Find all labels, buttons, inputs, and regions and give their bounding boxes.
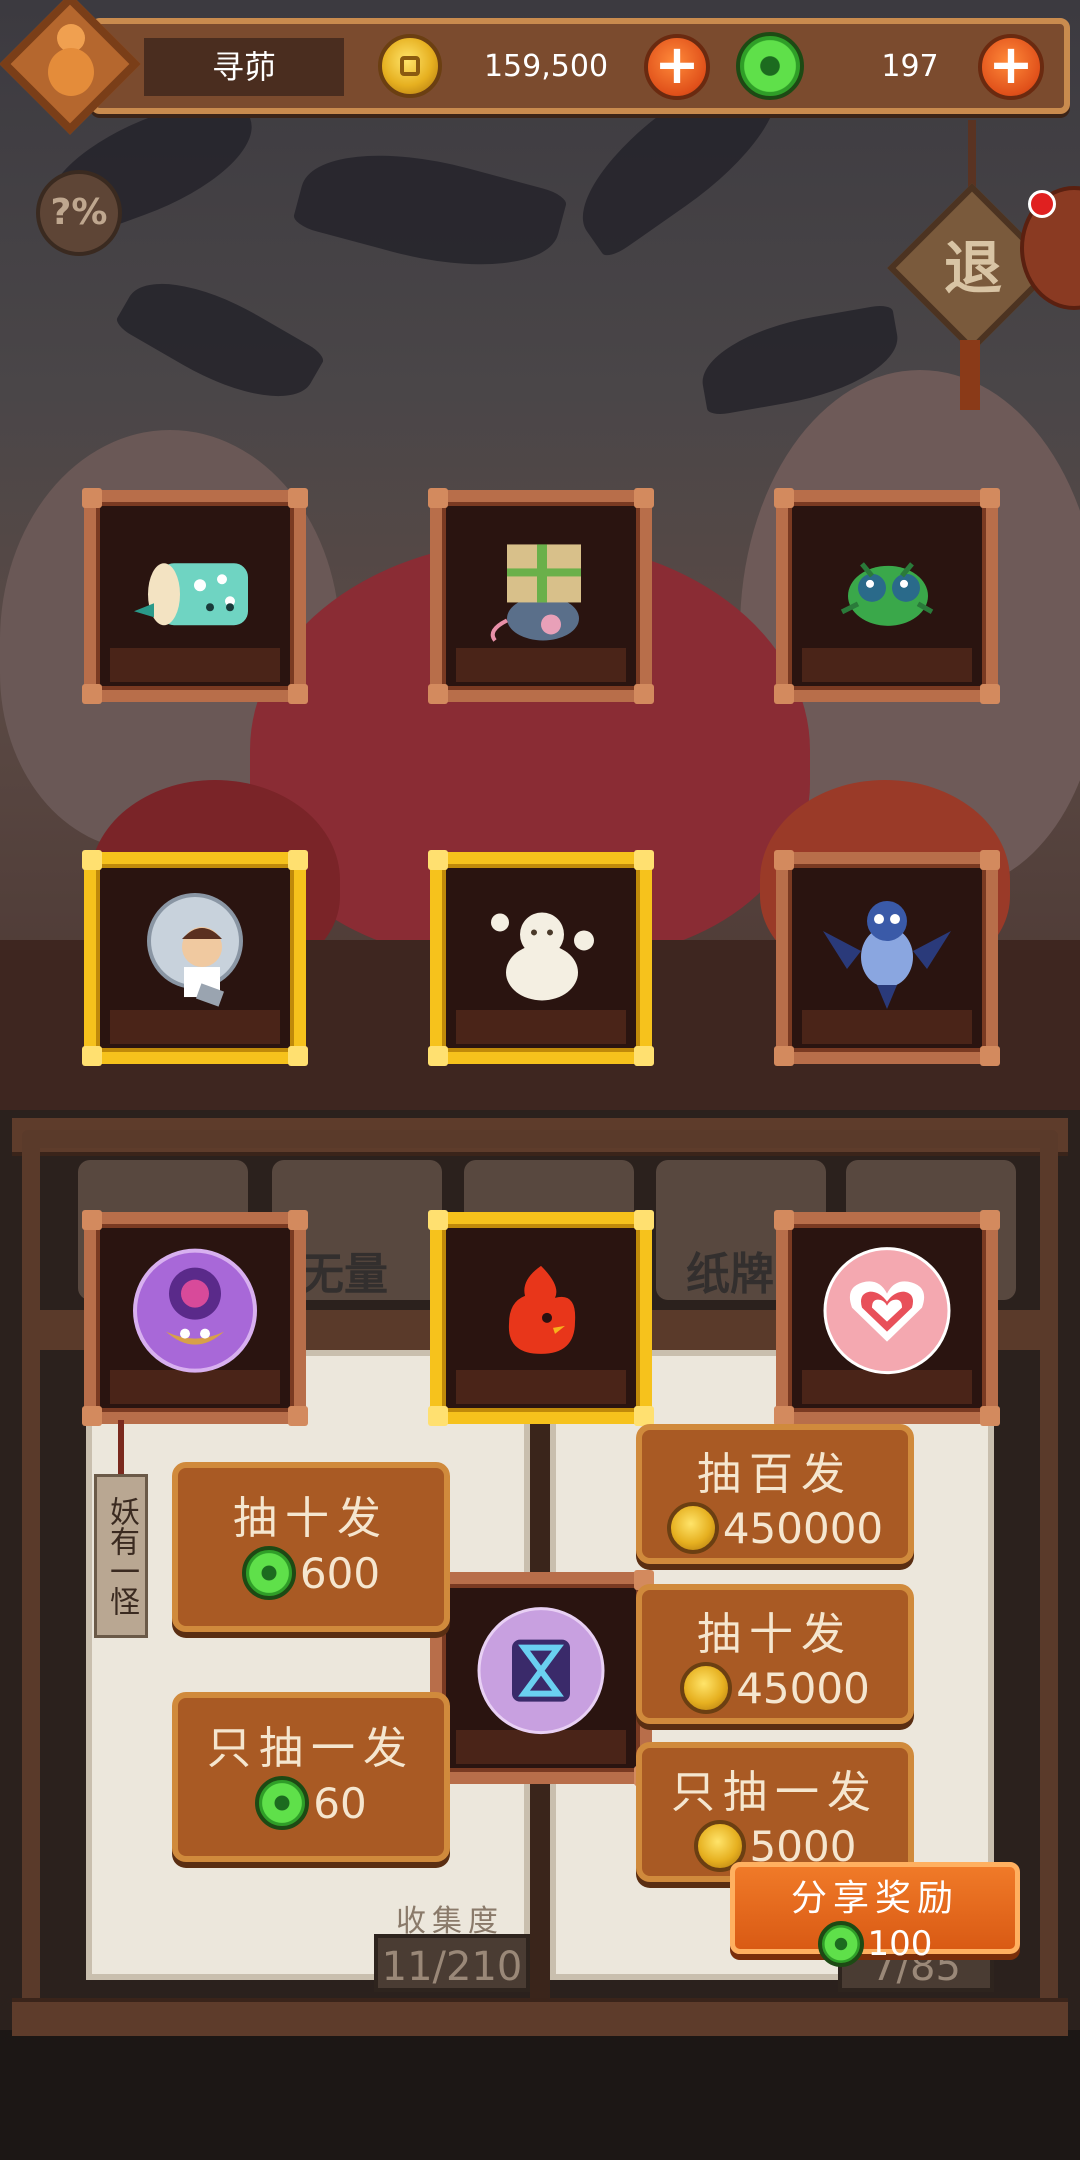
add-jade-button[interactable]: +: [978, 34, 1044, 100]
coin-hundred-draw-button[interactable]: 抽百发 450000: [636, 1424, 914, 1564]
ten-draw-cost: 600: [299, 1548, 381, 1598]
ten-draw-cost: 45000: [736, 1663, 870, 1713]
exit-label[interactable]: 退: [935, 234, 1011, 302]
collection-count-left: 11/210: [374, 1934, 530, 1992]
currency-bar: 寻茆 159,500 + 197 +: [90, 18, 1070, 114]
blue-bird-icon: [817, 891, 957, 1015]
coin-icon: [378, 34, 442, 98]
jade-icon: [817, 1921, 864, 1967]
card-pink-heart-orb[interactable]: [774, 1210, 1000, 1426]
card-steam-dumpling[interactable]: [428, 850, 654, 1066]
hundred-draw-label: 抽百发: [697, 1449, 853, 1500]
card-hourglass-orb[interactable]: [428, 1570, 654, 1786]
pink-heart-orb-icon: [822, 1246, 952, 1380]
jade-single-draw-button[interactable]: 只抽一发 60: [172, 1692, 450, 1862]
card-blue-bird[interactable]: [774, 850, 1000, 1066]
single-draw-cost: 60: [313, 1778, 367, 1828]
steam-dumpling-icon: [486, 896, 596, 1010]
share-label: 分享奖励: [790, 1878, 959, 1919]
green-beetle-icon: [832, 540, 942, 644]
jade-icon: [255, 1776, 310, 1830]
sign-tassel: [960, 340, 980, 410]
cabinet-bottom-beam: [12, 1998, 1068, 2036]
jade-icon: [736, 32, 804, 100]
ten-draw-label: 抽十发: [233, 1493, 389, 1544]
card-box-rat[interactable]: [428, 488, 654, 704]
single-draw-label: 只抽一发: [207, 1723, 415, 1774]
fire-chick-icon: [491, 1262, 591, 1366]
card-green-beetle[interactable]: [774, 488, 1000, 704]
astronaut-kid-icon: [140, 891, 250, 1015]
share-reward-amount: 100: [867, 1924, 933, 1964]
card-scroll-creature[interactable]: [82, 488, 308, 704]
card-astronaut-kid[interactable]: [82, 850, 308, 1066]
help-odds-button[interactable]: ?%: [36, 170, 122, 256]
leaf-shadow: [291, 128, 569, 292]
box-rat-icon: [481, 534, 601, 648]
hourglass-orb-icon: [476, 1606, 606, 1740]
coin-icon: [666, 1502, 719, 1554]
scroll-creature-icon: [130, 545, 260, 639]
coin-ten-draw-button[interactable]: 抽十发 45000: [636, 1584, 914, 1724]
coin-icon: [680, 1662, 733, 1714]
card-fire-chick[interactable]: [428, 1210, 654, 1426]
series-tag: 妖有一怪: [94, 1474, 148, 1638]
hundred-draw-cost: 450000: [722, 1503, 884, 1553]
add-coins-button[interactable]: +: [644, 34, 710, 100]
jade-ten-draw-button[interactable]: 抽十发 600: [172, 1462, 450, 1632]
leaf-shadow: [113, 255, 327, 425]
ten-draw-label: 抽十发: [697, 1609, 853, 1660]
player-name: 寻茆: [144, 38, 344, 96]
card-purple-orb-owl[interactable]: [82, 1210, 308, 1426]
coin-single-draw-button[interactable]: 只抽一发 5000: [636, 1742, 914, 1882]
gourd-icon: [48, 22, 94, 102]
tag-string: [118, 1420, 124, 1476]
coin-balance: 159,500: [483, 49, 609, 84]
purple-orb-owl-icon: [130, 1246, 260, 1380]
notification-dot: [1028, 190, 1056, 218]
single-draw-label: 只抽一发: [671, 1767, 879, 1818]
jade-icon: [241, 1546, 296, 1600]
share-reward-button[interactable]: 分享奖励 100: [730, 1862, 1020, 1967]
